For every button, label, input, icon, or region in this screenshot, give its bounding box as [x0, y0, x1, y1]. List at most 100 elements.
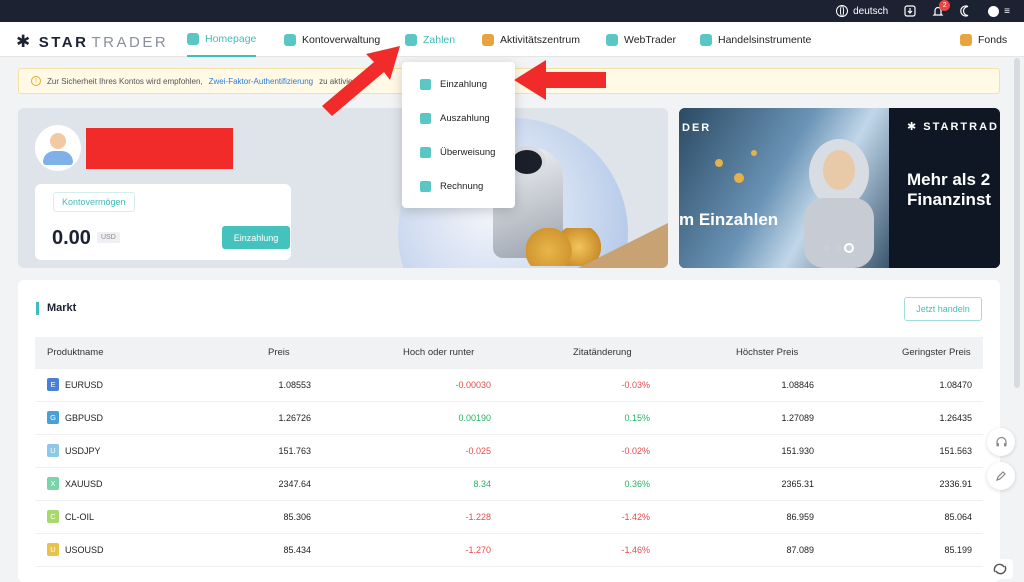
download-icon	[904, 5, 916, 17]
user-menu[interactable]: ≡	[988, 5, 1010, 17]
header-pct: Zitatänderung	[573, 347, 632, 358]
balance-box: Kontovermögen 0.00 USD Einzahlung	[35, 184, 291, 260]
promo-banner[interactable]: DER m Einzahlen ✱ STARTRAD Mehr als 2 Fi…	[679, 108, 1000, 268]
language-selector[interactable]: deutsch	[836, 5, 888, 17]
pct-value: 0.36%	[624, 479, 650, 489]
market-row[interactable]: U USDJPY 151.763 -0.025 -0.02% 151.930 151.563	[35, 435, 983, 468]
pct-value: -1.42%	[621, 512, 650, 522]
market-panel: Markt Jetzt handeln Produktname Preis Ho…	[18, 280, 1000, 582]
account-card: Kontovermögen 0.00 USD Einzahlung	[18, 108, 668, 268]
product-name: USDJPY	[65, 446, 101, 456]
theme-toggle[interactable]	[960, 5, 972, 17]
deposit-icon	[420, 78, 431, 90]
low-value: 1.26435	[939, 413, 972, 423]
deposit-button[interactable]: Einzahlung	[222, 226, 290, 249]
change-value: -0.00030	[455, 380, 491, 390]
logo-text-light: TRADER	[91, 33, 169, 51]
product-name: XAUUSD	[65, 479, 103, 489]
low-value: 85.064	[944, 512, 972, 522]
change-value: -0.025	[465, 446, 491, 456]
invoice-icon	[420, 180, 431, 192]
refresh-icon	[993, 563, 1007, 575]
dropdown-item-ueberweisung[interactable]: Überweisung	[402, 138, 515, 166]
product-name: USOUSD	[65, 545, 104, 555]
market-title: Markt	[36, 302, 76, 315]
banner-image: DER m Einzahlen	[679, 108, 889, 268]
nav-aktivitaetszentrum[interactable]: Aktivitätszentrum	[482, 22, 580, 57]
account-icon	[284, 33, 296, 46]
high-value: 1.08846	[781, 380, 814, 390]
ramp-illustration	[578, 223, 668, 268]
feedback-button[interactable]	[987, 462, 1015, 490]
banner-headline-line1: Mehr als 2	[907, 170, 991, 189]
currency-badge: USD	[97, 232, 120, 243]
market-row[interactable]: X XAUUSD 2347.64 8.34 0.36% 2365.31 2336.91	[35, 468, 983, 501]
page-scrollbar[interactable]	[1014, 58, 1020, 388]
star-logo-icon: ✱	[16, 32, 33, 51]
monitor-icon	[606, 33, 618, 46]
change-value: 0.00190	[458, 413, 491, 423]
logo[interactable]: ✱ STAR TRADER	[16, 32, 168, 52]
nav-label: Homepage	[205, 32, 257, 45]
notification-badge: 2	[939, 0, 951, 11]
nav-fonds[interactable]: Fonds	[960, 22, 1007, 57]
high-value: 1.27089	[781, 413, 814, 423]
two-factor-link[interactable]: Zwei-Faktor-Authentifizierung	[209, 77, 313, 86]
nav-handelsinstrumente[interactable]: Handelsinstrumente	[700, 22, 811, 57]
market-row[interactable]: G GBPUSD 1.26726 0.00190 0.15% 1.27089 1.26435	[35, 402, 983, 435]
nav-label: Fonds	[978, 33, 1008, 46]
download-button[interactable]	[904, 5, 916, 17]
avatar[interactable]	[35, 125, 81, 171]
pct-value: -1.46%	[621, 545, 650, 555]
gift-icon	[482, 33, 494, 46]
dropdown-item-rechnung[interactable]: Rechnung	[402, 172, 515, 200]
nav-label: Aktivitätszentrum	[500, 33, 580, 46]
balance-label: Kontovermögen	[53, 192, 135, 212]
pct-value: -0.02%	[621, 446, 650, 456]
symbol-badge-icon: X	[47, 477, 59, 490]
dropdown-item-auszahlung[interactable]: Auszahlung	[402, 104, 515, 132]
price-value: 1.08553	[278, 380, 311, 390]
dropdown-item-einzahlung[interactable]: Einzahlung	[402, 70, 515, 98]
pct-value: 0.15%	[624, 413, 650, 423]
header-price: Preis	[268, 347, 290, 358]
menu-icon: ≡	[1004, 5, 1010, 17]
moon-icon	[960, 5, 969, 17]
high-value: 86.959	[786, 512, 814, 522]
symbol-badge-icon: G	[47, 411, 59, 424]
nav-label: WebTrader	[624, 33, 676, 46]
price-value: 151.763	[278, 446, 311, 456]
redacted-username	[86, 128, 233, 169]
header-high: Höchster Preis	[736, 347, 799, 358]
banner-text-panel: ✱ STARTRAD Mehr als 2 Finanzinst	[889, 108, 1000, 268]
nav-homepage[interactable]: Homepage	[187, 22, 257, 57]
nav-webtrader[interactable]: WebTrader	[606, 22, 676, 57]
symbol-badge-icon: U	[47, 444, 59, 457]
market-row[interactable]: U USOUSD 85.434 -1.270 -1.46% 87.089 85.199	[35, 534, 983, 567]
notifications-button[interactable]: 2	[932, 0, 951, 17]
logo-text-bold: STAR	[38, 33, 89, 51]
support-chat-button[interactable]	[987, 428, 1015, 456]
edit-icon	[996, 471, 1006, 481]
symbol-badge-icon: U	[47, 543, 59, 556]
trade-now-button[interactable]: Jetzt handeln	[904, 297, 982, 321]
market-row[interactable]: E EURUSD 1.08553 -0.00030 -0.03% 1.08846 1.084…	[35, 369, 983, 402]
header-product: Produktname	[47, 347, 104, 358]
nav-zahlen[interactable]: Zahlen	[405, 22, 455, 57]
change-value: -1.228	[465, 512, 491, 522]
notice-text: Zur Sicherheit Ihres Kontos wird empfohl…	[47, 76, 203, 86]
low-value: 1.08470	[939, 380, 972, 390]
top-bar: deutsch 2 ≡	[0, 0, 1024, 22]
price-value: 85.306	[283, 512, 311, 522]
high-value: 87.089	[786, 545, 814, 555]
market-row[interactable]: C CL-OIL 85.306 -1.228 -1.42% 86.959 85.064	[35, 501, 983, 534]
header-change: Hoch oder runter	[403, 347, 475, 358]
banner-headline-left: m Einzahlen	[679, 210, 779, 229]
corner-widget[interactable]	[987, 559, 1013, 579]
dropdown-label: Rechnung	[440, 180, 484, 192]
header-low: Geringster Preis	[902, 347, 971, 358]
transfer-icon	[420, 146, 431, 158]
high-value: 2365.31	[781, 479, 814, 489]
carousel-dots[interactable]	[824, 245, 852, 251]
annotation-arrow-zahlen	[322, 46, 400, 116]
